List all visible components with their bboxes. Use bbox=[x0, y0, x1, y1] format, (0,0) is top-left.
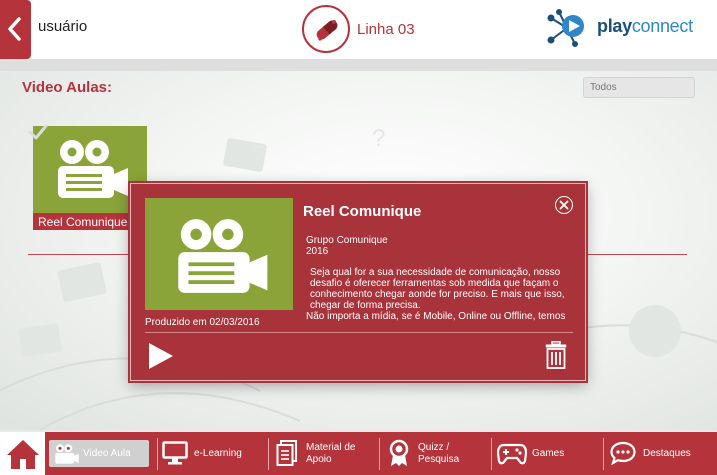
home-button[interactable] bbox=[0, 432, 45, 475]
nav-e-learning[interactable]: e-Learning bbox=[160, 432, 266, 475]
header-divider bbox=[0, 59, 717, 71]
popup-group: Grupo Comunique bbox=[306, 235, 388, 246]
close-button[interactable] bbox=[555, 196, 573, 214]
chevron-left-icon bbox=[8, 17, 21, 41]
nav-separator bbox=[268, 438, 269, 470]
video-camera-icon bbox=[178, 219, 268, 293]
nav-video-aula[interactable]: Video Aula bbox=[47, 432, 150, 475]
channel-name: Linha 03 bbox=[357, 21, 415, 38]
nav-separator bbox=[603, 438, 604, 470]
brand-name: playconnect bbox=[597, 16, 693, 37]
brand-name-part2: connect bbox=[631, 16, 693, 36]
popup-thumbnail bbox=[145, 198, 293, 310]
nav-label: e-Learning bbox=[194, 448, 242, 459]
brand-logo: playconnect bbox=[545, 8, 693, 48]
checkmark-icon bbox=[28, 124, 48, 140]
popup-divider bbox=[145, 332, 573, 333]
nav-quizz-pesquisa[interactable]: Quizz / Pesquisa bbox=[384, 432, 490, 475]
chat-bubble-icon bbox=[610, 441, 636, 465]
popup-year: 2016 bbox=[306, 246, 329, 257]
nav-material-de-apoio[interactable]: Material de Apoio bbox=[272, 432, 377, 475]
svg-text:?: ? bbox=[372, 125, 385, 152]
user-name: usuário bbox=[38, 18, 88, 35]
document-icon bbox=[276, 440, 297, 466]
close-icon bbox=[559, 200, 569, 210]
nav-separator bbox=[491, 438, 492, 470]
channel-logo bbox=[302, 5, 350, 53]
back-button[interactable] bbox=[0, 0, 31, 59]
popup-description: Seja qual for a sua necessidade de comun… bbox=[306, 267, 571, 323]
monitor-icon bbox=[162, 441, 188, 465]
gamepad-icon bbox=[497, 443, 527, 465]
description-paragraph: Não importa a mídia, se é Mobile, Online… bbox=[306, 311, 566, 322]
nav-separator bbox=[157, 438, 158, 470]
header: usuário Linha 03 playconnect bbox=[0, 0, 717, 59]
section-title: Video Aulas: bbox=[22, 79, 113, 96]
video-detail-popup: Produzido em 02/03/2016 Reel Comunique G… bbox=[130, 183, 586, 381]
video-lessons-panel: ? ? Video Aulas: Reel Comunique bbox=[0, 71, 717, 430]
bottom-navigation: Video Aula e-Learning Material de Apoio bbox=[0, 430, 717, 475]
video-camera-icon bbox=[55, 444, 79, 464]
network-logo-icon bbox=[547, 9, 584, 47]
svg-text:?: ? bbox=[250, 140, 267, 173]
trash-icon[interactable] bbox=[545, 341, 567, 369]
description-paragraph: Seja qual for a sua necessidade de comun… bbox=[310, 267, 565, 311]
popup-title: Reel Comunique bbox=[303, 203, 422, 220]
home-icon bbox=[7, 440, 39, 469]
nav-label: Video Aula bbox=[83, 448, 131, 459]
video-camera-icon bbox=[58, 140, 128, 198]
nav-label-line2: Apoio bbox=[306, 454, 332, 465]
award-medal-icon bbox=[389, 439, 409, 466]
nav-games[interactable]: Games bbox=[494, 432, 600, 475]
filter-input[interactable] bbox=[583, 77, 695, 98]
nav-label-line1: Quizz / bbox=[418, 442, 450, 453]
nav-label-line1: Material de bbox=[306, 442, 356, 453]
brand-name-part1: play bbox=[597, 16, 632, 36]
pill-icon bbox=[316, 20, 338, 41]
nav-destaques[interactable]: Destaques bbox=[607, 432, 715, 475]
nav-separator bbox=[379, 438, 380, 470]
play-icon[interactable] bbox=[147, 342, 175, 370]
nav-label: Games bbox=[532, 448, 565, 459]
nav-label: Destaques bbox=[643, 448, 691, 459]
produced-date: Produzido em 02/03/2016 bbox=[145, 317, 260, 328]
nav-label-line2: Pesquisa bbox=[418, 454, 460, 465]
